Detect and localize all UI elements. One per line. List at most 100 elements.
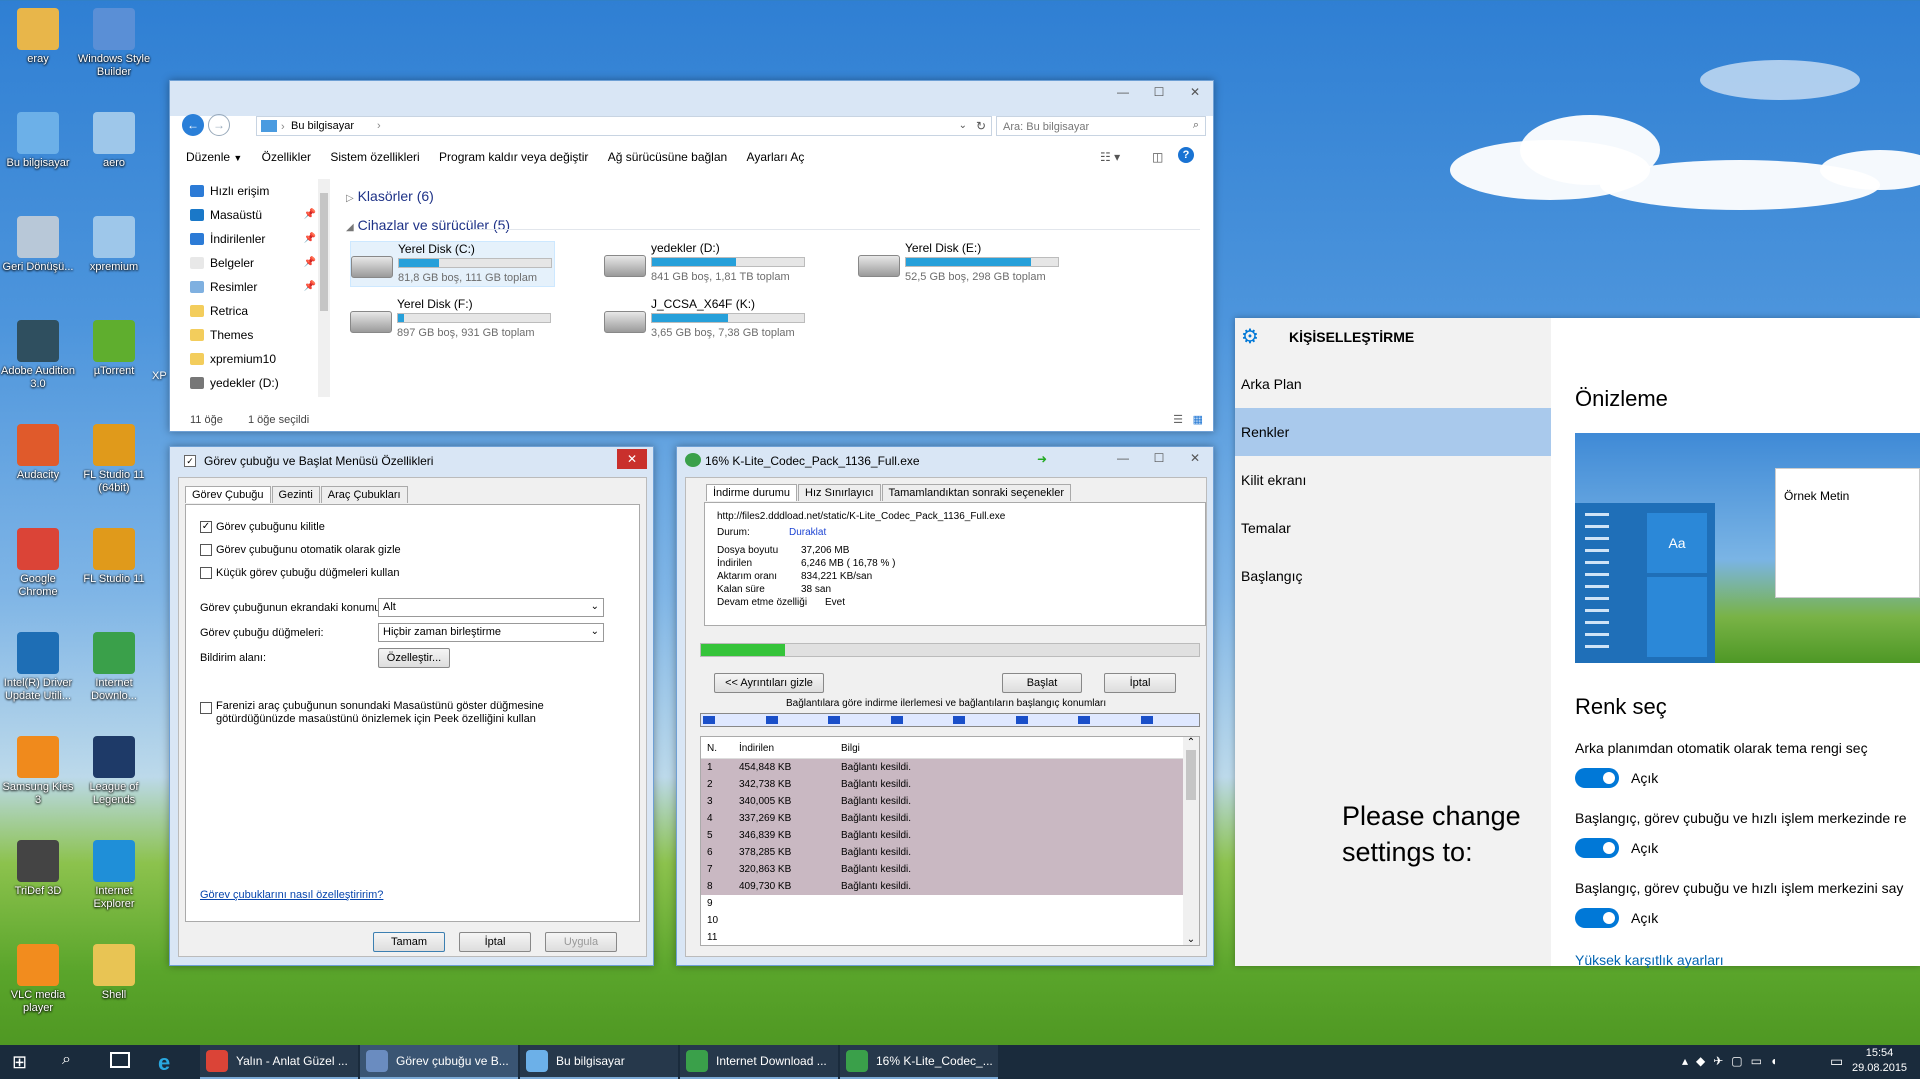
pin-icon[interactable]: 📌: [304, 203, 316, 227]
desktop-icon[interactable]: Samsung Kies 3: [0, 736, 76, 807]
close-icon[interactable]: ✕: [1177, 81, 1213, 103]
nav-scrollbar[interactable]: [318, 179, 330, 397]
minimize-icon[interactable]: —: [1105, 447, 1141, 469]
menu-organize[interactable]: Düzenle ▼: [178, 145, 250, 170]
drive-item[interactable]: yedekler (D:) 841 GB boş, 1,81 TB toplam: [604, 241, 809, 287]
help-icon[interactable]: ?: [1178, 147, 1194, 163]
details-view-icon[interactable]: ☰: [1173, 413, 1183, 426]
close-icon[interactable]: ✕: [1177, 447, 1213, 469]
desktop-icon[interactable]: eray: [0, 8, 76, 66]
settings-nav-item[interactable]: Kilit ekranı: [1235, 456, 1551, 504]
scroll-up-icon[interactable]: ⌃: [1183, 737, 1199, 748]
nav-item[interactable]: yedekler (D:): [170, 371, 330, 395]
option-checkbox[interactable]: [200, 544, 212, 557]
clock[interactable]: 15:54 29.08.2015: [1852, 1046, 1907, 1076]
taskbar-item[interactable]: 16% K-Lite_Codec_...: [840, 1045, 998, 1079]
action-center-icon[interactable]: ▭: [1830, 1053, 1843, 1070]
desktop-icon[interactable]: Shell: [76, 944, 152, 1002]
menu-uninstall[interactable]: Program kaldır veya değiştir: [431, 145, 596, 169]
cancel-button[interactable]: İptal: [459, 932, 531, 952]
desktop-icon[interactable]: Windows Style Builder: [76, 8, 152, 79]
option-checkbox-row[interactable]: Görev çubuğunu otomatik olarak gizle: [200, 544, 401, 567]
tab-download-status[interactable]: İndirme durumu: [706, 484, 798, 501]
peek-option[interactable]: Farenizi araç çubuğunun sonundaki Masaüs…: [200, 700, 620, 726]
preview-pane-icon[interactable]: ◫: [1152, 150, 1163, 164]
option-checkbox-row[interactable]: ✓ Görev çubuğunu kilitle: [200, 521, 401, 544]
high-contrast-link[interactable]: Yüksek karşıtlık ayarları: [1575, 952, 1724, 968]
forward-arrow-icon[interactable]: →: [208, 114, 230, 136]
nav-item[interactable]: Belgeler 📌: [170, 251, 330, 275]
connection-row[interactable]: 1 454,848 KB Bağlantı kesildi.: [701, 759, 1185, 776]
menu-properties[interactable]: Özellikler: [254, 145, 319, 169]
connection-row[interactable]: 6 378,285 KB Bağlantı kesildi.: [701, 844, 1185, 861]
color-option-toggle[interactable]: [1575, 908, 1619, 928]
desktop-icon[interactable]: Internet Explorer: [76, 840, 152, 911]
drive-item[interactable]: Yerel Disk (C:) 81,8 GB boş, 111 GB topla…: [350, 241, 555, 287]
desktop-icon[interactable]: xpremium: [76, 216, 152, 274]
pin-icon[interactable]: 📌: [304, 227, 316, 251]
option-checkbox[interactable]: [200, 567, 212, 580]
option-checkbox[interactable]: ✓: [200, 521, 212, 534]
position-select[interactable]: Alt ⌄: [378, 598, 604, 617]
tab-navigation[interactable]: Gezinti: [271, 486, 320, 503]
desktop-icon[interactable]: Google Chrome: [0, 528, 76, 599]
cancel-download-button[interactable]: İptal: [1104, 673, 1176, 693]
view-options-icon[interactable]: ☷ ▾: [1100, 150, 1120, 164]
address-bar[interactable]: › Bu bilgisayar › ⌄ ↻: [256, 116, 992, 136]
devices-group-header[interactable]: ◢ Cihazlar ve sürücüler (5): [346, 217, 510, 233]
desktop-icon[interactable]: Audacity: [0, 424, 76, 482]
ok-button[interactable]: Tamam: [373, 932, 445, 952]
desktop-icon[interactable]: Intel(R) Driver Update Utili...: [0, 632, 76, 703]
buttons-select[interactable]: Hiçbir zaman birleştirme ⌄: [378, 623, 604, 642]
nav-item[interactable]: Themes: [170, 323, 330, 347]
tab-after-complete[interactable]: Tamamlandıktan sonraki seçenekler: [881, 484, 1071, 501]
minimize-icon[interactable]: —: [1105, 81, 1141, 103]
breadcrumb[interactable]: Bu bilgisayar: [291, 120, 354, 132]
option-checkbox-row[interactable]: Küçük görev çubuğu düğmeleri kullan: [200, 567, 401, 590]
desktop-icon[interactable]: aero: [76, 112, 152, 170]
desktop-icon[interactable]: League of Legends: [76, 736, 152, 807]
customize-button[interactable]: Özelleştir...: [378, 648, 450, 668]
drive-item[interactable]: J_CCSA_X64F (K:) 3,65 GB boş, 7,38 GB top…: [604, 297, 809, 343]
connection-row[interactable]: 8 409,730 KB Bağlantı kesildi.: [701, 878, 1185, 895]
desktop-icon[interactable]: Bu bilgisayar: [0, 112, 76, 170]
desktop-icon[interactable]: Geri Dönüşü...: [0, 216, 76, 274]
menu-system-properties[interactable]: Sistem özellikleri: [322, 145, 427, 169]
scroll-down-icon[interactable]: ⌄: [1183, 934, 1199, 945]
maximize-icon[interactable]: ☐: [1141, 81, 1177, 103]
task-view-icon[interactable]: [110, 1052, 130, 1068]
drive-item[interactable]: Yerel Disk (F:) 897 GB boş, 931 GB toplam: [350, 297, 555, 343]
desktop-icon[interactable]: µTorrent: [76, 320, 152, 378]
nav-item[interactable]: Retrica: [170, 299, 330, 323]
nav-item[interactable]: Resimler 📌: [170, 275, 330, 299]
taskbar-item[interactable]: Bu bilgisayar: [520, 1045, 678, 1079]
back-arrow-icon[interactable]: ←: [182, 114, 204, 136]
pin-icon[interactable]: 📌: [304, 275, 316, 299]
settings-nav-item[interactable]: Başlangıç: [1235, 552, 1551, 600]
search-icon[interactable]: ⌕: [1193, 119, 1199, 132]
desktop-icon[interactable]: FL Studio 11 (64bit): [76, 424, 152, 495]
connection-row[interactable]: 9: [701, 895, 1185, 912]
connection-row[interactable]: 7 320,863 KB Bağlantı kesildi.: [701, 861, 1185, 878]
connection-row[interactable]: 5 346,839 KB Bağlantı kesildi.: [701, 827, 1185, 844]
internet-explorer-icon[interactable]: e: [158, 1050, 170, 1076]
drive-item[interactable]: Yerel Disk (E:) 52,5 GB boş, 298 GB topla…: [858, 241, 1063, 287]
folders-group-header[interactable]: ▷ Klasörler (6): [346, 188, 434, 204]
color-option-toggle[interactable]: [1575, 838, 1619, 858]
desktop-icon[interactable]: VLC media player: [0, 944, 76, 1015]
tab-taskbar[interactable]: Görev Çubuğu: [185, 486, 271, 503]
taskbar-item[interactable]: Yalın - Anlat Güzel ...: [200, 1045, 358, 1079]
customize-help-link[interactable]: Görev çubuklarını nasıl özelleştiririm?: [200, 889, 383, 901]
desktop-icon[interactable]: TriDef 3D: [0, 840, 76, 898]
connection-row[interactable]: 10: [701, 912, 1185, 929]
tab-toolbars[interactable]: Araç Çubukları: [320, 486, 408, 503]
connection-row[interactable]: 2 342,738 KB Bağlantı kesildi.: [701, 776, 1185, 793]
tray-icons[interactable]: ▴◆✈▢▭◖: [1682, 1054, 1785, 1068]
hide-details-button[interactable]: << Ayrıntıları gizle: [714, 673, 824, 693]
nav-item[interactable]: Masaüstü 📌: [170, 203, 330, 227]
pin-icon[interactable]: 📌: [304, 251, 316, 275]
tab-speed-limiter[interactable]: Hız Sınırlayıcı: [798, 484, 881, 501]
chevron-down-icon[interactable]: ⌄: [959, 120, 967, 131]
large-icons-view-icon[interactable]: ▦: [1193, 413, 1203, 426]
nav-item[interactable]: Hızlı erişim: [170, 179, 330, 203]
